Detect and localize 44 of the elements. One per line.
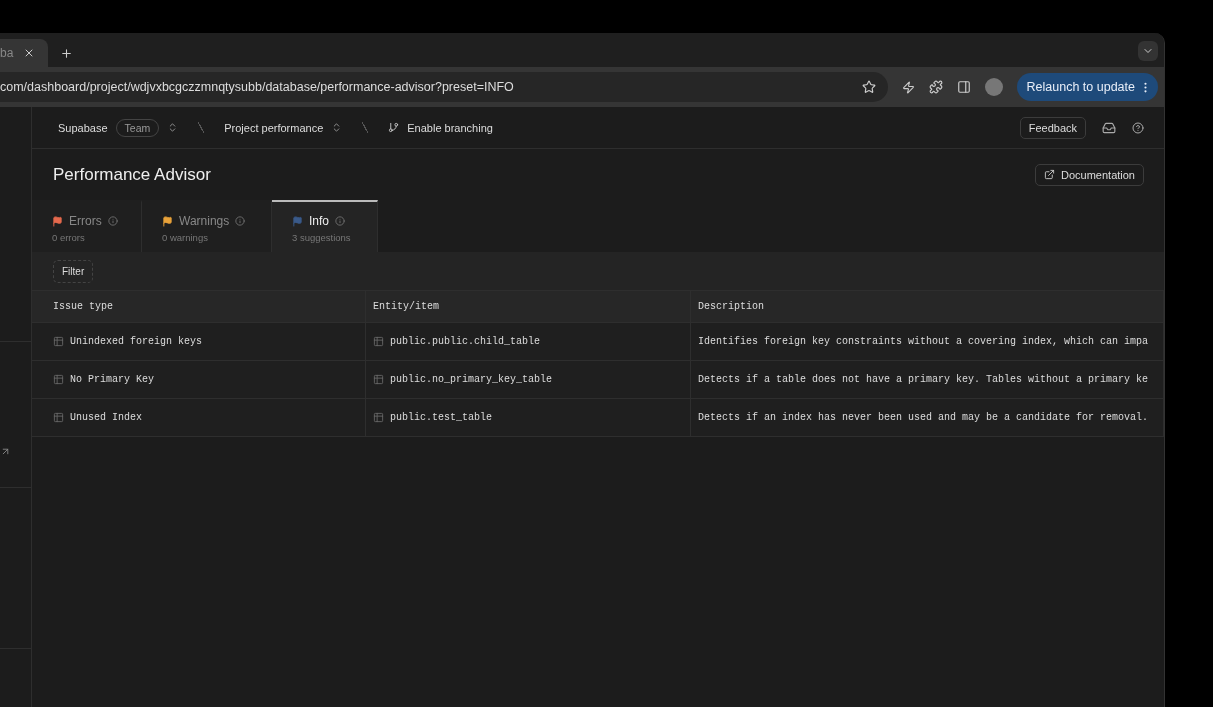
entity-name: public.no_primary_key_table bbox=[390, 374, 553, 385]
table-icon bbox=[53, 336, 64, 347]
documentation-button[interactable]: Documentation bbox=[1035, 163, 1144, 186]
table-icon bbox=[373, 374, 384, 385]
feedback-button[interactable]: Feedback bbox=[1019, 116, 1086, 139]
entity-name: public.test_table bbox=[390, 412, 493, 423]
table-icon bbox=[373, 336, 384, 347]
new-tab-icon[interactable] bbox=[60, 47, 73, 60]
extension-icon[interactable] bbox=[928, 80, 943, 94]
issue-type: Unused Index bbox=[70, 412, 142, 423]
column-header: Description bbox=[698, 301, 764, 312]
flag-icon bbox=[52, 215, 63, 227]
issue-type: Unindexed foreign keys bbox=[70, 336, 203, 347]
table-icon bbox=[53, 374, 64, 385]
branch-icon bbox=[388, 122, 400, 133]
project-name[interactable]: Project performance bbox=[224, 121, 324, 134]
help-icon[interactable] bbox=[1132, 121, 1144, 134]
table-icon bbox=[53, 412, 64, 423]
page-title: Performance Advisor bbox=[53, 164, 211, 185]
org-name[interactable]: Supabase bbox=[58, 121, 108, 134]
address-bar[interactable]: com/dashboard/project/wdjvxbcgczzmnqtysubb/database/performance-advisor?preset=INFO bbox=[0, 72, 888, 102]
inbox-icon[interactable] bbox=[1102, 120, 1116, 135]
tab-list-icon[interactable] bbox=[1138, 41, 1158, 61]
lightning-icon[interactable] bbox=[901, 80, 915, 94]
issue-description: Identifies foreign key constraints without a covering index, which can impa bbox=[698, 336, 1149, 347]
issue-description: Detects if a table does not have a primary key. Tables without a primary ke bbox=[698, 374, 1149, 385]
external-link-icon bbox=[1044, 169, 1055, 180]
star-icon[interactable] bbox=[861, 80, 876, 94]
browser-tab[interactable]: ba bbox=[0, 39, 48, 67]
column-header: Issue type bbox=[53, 301, 113, 312]
filter-button[interactable]: Filter bbox=[53, 259, 94, 283]
profile-avatar[interactable] bbox=[984, 78, 1003, 96]
branching-link[interactable]: Enable branching bbox=[407, 121, 493, 134]
severity-tab[interactable]: Info 3 suggestions bbox=[272, 200, 378, 252]
arrow-up-right-icon[interactable] bbox=[0, 446, 11, 457]
flag-icon bbox=[162, 215, 173, 227]
flag-icon bbox=[292, 215, 303, 227]
relaunch-button[interactable]: Relaunch to update bbox=[1016, 73, 1158, 101]
side-panel-icon[interactable] bbox=[956, 80, 971, 94]
table-icon bbox=[373, 412, 384, 423]
issue-type: No Primary Key bbox=[70, 374, 154, 385]
issue-description: Detects if an index has never been used and may be a candidate for removal. bbox=[698, 412, 1149, 423]
entity-name: public.public.child_table bbox=[390, 336, 541, 347]
column-header: Entity/item bbox=[373, 301, 439, 312]
